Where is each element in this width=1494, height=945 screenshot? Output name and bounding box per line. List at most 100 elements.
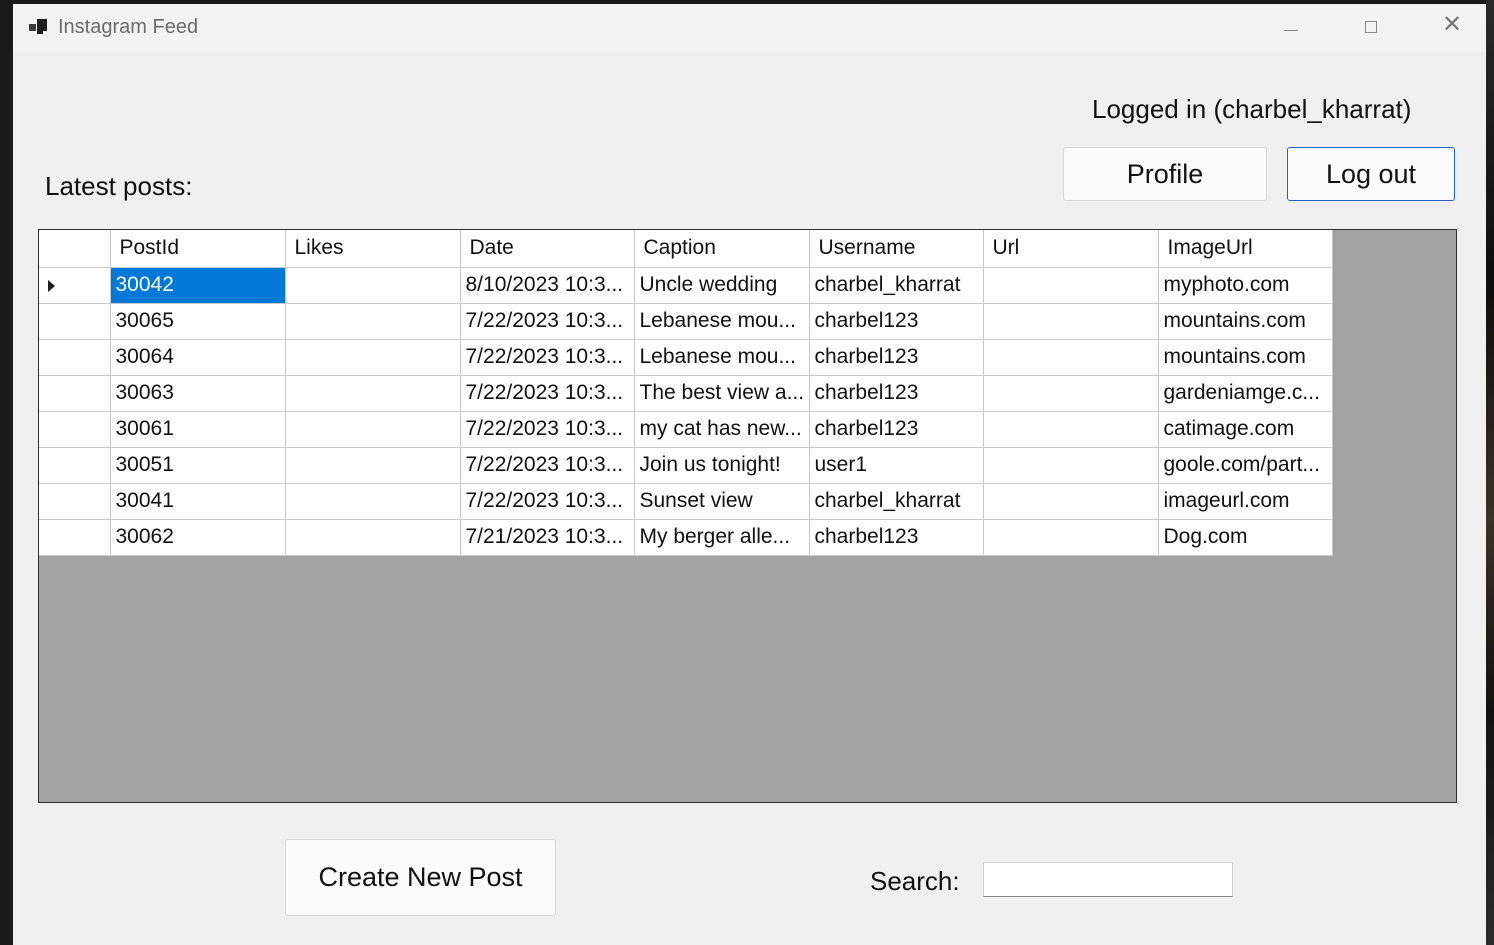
cell-imageurl[interactable]: imageurl.com bbox=[1158, 483, 1333, 520]
cell-imageurl[interactable]: myphoto.com bbox=[1158, 267, 1333, 304]
cell-imageurl[interactable]: catimage.com bbox=[1158, 411, 1333, 448]
cell-url[interactable] bbox=[983, 339, 1159, 376]
cell-username[interactable]: charbel_kharrat bbox=[809, 483, 984, 520]
maximize-icon bbox=[1365, 21, 1377, 33]
cell-likes[interactable] bbox=[285, 483, 461, 520]
row-header[interactable] bbox=[39, 519, 111, 556]
cell-date[interactable]: 7/22/2023 10:3... bbox=[460, 483, 635, 520]
column-header-imageurl[interactable]: ImageUrl bbox=[1158, 230, 1333, 268]
cell-likes[interactable] bbox=[285, 411, 461, 448]
close-icon: ✕ bbox=[1442, 10, 1463, 38]
title-bar[interactable]: Instagram Feed ✕ bbox=[13, 4, 1486, 52]
app-icon bbox=[29, 19, 47, 35]
cell-likes[interactable] bbox=[285, 375, 461, 412]
latest-posts-label: Latest posts: bbox=[45, 171, 193, 201]
cell-caption[interactable]: my cat has new... bbox=[634, 411, 810, 448]
posts-table: PostId Likes Date Caption Username Url I… bbox=[39, 230, 1333, 556]
cell-postid[interactable]: 30041 bbox=[110, 483, 286, 520]
table-row[interactable]: 30065 7/22/2023 10:3... Lebanese mou... cha… bbox=[39, 303, 1333, 340]
column-header-url[interactable]: Url bbox=[983, 230, 1159, 268]
table-row[interactable]: 30042 8/10/2023 10:3... Uncle wedding charb… bbox=[39, 267, 1333, 304]
cell-url[interactable] bbox=[983, 519, 1159, 556]
column-header-likes[interactable]: Likes bbox=[285, 230, 461, 268]
cell-caption[interactable]: Join us tonight! bbox=[634, 447, 810, 484]
logout-button[interactable]: Log out bbox=[1287, 147, 1455, 201]
create-new-post-button[interactable]: Create New Post bbox=[285, 839, 556, 916]
search-label: Search: bbox=[870, 866, 960, 896]
corner-header[interactable] bbox=[39, 230, 111, 268]
cell-likes[interactable] bbox=[285, 267, 461, 304]
table-row[interactable]: 30061 7/22/2023 10:3... my cat has new... c… bbox=[39, 411, 1333, 448]
row-header[interactable] bbox=[39, 447, 111, 484]
cell-date[interactable]: 7/22/2023 10:3... bbox=[460, 375, 635, 412]
cell-date[interactable]: 7/21/2023 10:3... bbox=[460, 519, 635, 556]
table-row[interactable]: 30051 7/22/2023 10:3... Join us tonight! us… bbox=[39, 447, 1333, 484]
table-row[interactable]: 30063 7/22/2023 10:3... The best view a...… bbox=[39, 375, 1333, 412]
cell-username[interactable]: charbel123 bbox=[809, 375, 984, 412]
cell-postid[interactable]: 30064 bbox=[110, 339, 286, 376]
row-header[interactable] bbox=[39, 339, 111, 376]
cell-url[interactable] bbox=[983, 267, 1159, 304]
cell-imageurl[interactable]: mountains.com bbox=[1158, 339, 1333, 376]
cell-username[interactable]: charbel123 bbox=[809, 411, 984, 448]
cell-likes[interactable] bbox=[285, 447, 461, 484]
cell-caption[interactable]: The best view a... bbox=[634, 375, 810, 412]
cell-caption[interactable]: Uncle wedding bbox=[634, 267, 810, 304]
cell-likes[interactable] bbox=[285, 303, 461, 340]
cell-date[interactable]: 7/22/2023 10:3... bbox=[460, 339, 635, 376]
cell-likes[interactable] bbox=[285, 519, 461, 556]
cell-likes[interactable] bbox=[285, 339, 461, 376]
cell-username[interactable]: charbel123 bbox=[809, 519, 984, 556]
current-row-arrow-icon bbox=[48, 279, 55, 292]
cell-url[interactable] bbox=[983, 303, 1159, 340]
cell-postid[interactable]: 30061 bbox=[110, 411, 286, 448]
cell-imageurl[interactable]: gardeniamge.c... bbox=[1158, 375, 1333, 412]
cell-postid[interactable]: 30051 bbox=[110, 447, 286, 484]
window-title: Instagram Feed bbox=[58, 16, 199, 38]
cell-username[interactable]: user1 bbox=[809, 447, 984, 484]
column-header-date[interactable]: Date bbox=[460, 230, 635, 268]
cell-url[interactable] bbox=[983, 375, 1159, 412]
row-header[interactable] bbox=[39, 375, 111, 412]
cell-url[interactable] bbox=[983, 411, 1159, 448]
posts-grid[interactable]: PostId Likes Date Caption Username Url I… bbox=[38, 229, 1457, 803]
minimize-button[interactable] bbox=[1258, 4, 1322, 52]
cell-postid[interactable]: 30062 bbox=[110, 519, 286, 556]
row-header[interactable] bbox=[39, 411, 111, 448]
row-header[interactable] bbox=[39, 483, 111, 520]
column-header-postid[interactable]: PostId bbox=[110, 230, 286, 268]
header-row: PostId Likes Date Caption Username Url I… bbox=[39, 230, 1333, 268]
cell-date[interactable]: 7/22/2023 10:3... bbox=[460, 411, 635, 448]
table-row[interactable]: 30041 7/22/2023 10:3... Sunset view charbel… bbox=[39, 483, 1333, 520]
close-button[interactable]: ✕ bbox=[1420, 4, 1484, 52]
cell-caption[interactable]: Lebanese mou... bbox=[634, 303, 810, 340]
row-header[interactable] bbox=[39, 267, 111, 304]
minimize-icon bbox=[1284, 30, 1298, 31]
table-row[interactable]: 30064 7/22/2023 10:3... Lebanese mou... cha… bbox=[39, 339, 1333, 376]
profile-button[interactable]: Profile bbox=[1063, 147, 1267, 201]
column-header-caption[interactable]: Caption bbox=[634, 230, 810, 268]
table-row[interactable]: 30062 7/21/2023 10:3... My berger alle... c… bbox=[39, 519, 1333, 556]
cell-date[interactable]: 8/10/2023 10:3... bbox=[460, 267, 635, 304]
cell-imageurl[interactable]: goole.com/part... bbox=[1158, 447, 1333, 484]
cell-postid[interactable]: 30063 bbox=[110, 375, 286, 412]
cell-imageurl[interactable]: Dog.com bbox=[1158, 519, 1333, 556]
cell-imageurl[interactable]: mountains.com bbox=[1158, 303, 1333, 340]
cell-date[interactable]: 7/22/2023 10:3... bbox=[460, 303, 635, 340]
cell-caption[interactable]: Lebanese mou... bbox=[634, 339, 810, 376]
cell-postid[interactable]: 30065 bbox=[110, 303, 286, 340]
cell-url[interactable] bbox=[983, 483, 1159, 520]
cell-url[interactable] bbox=[983, 447, 1159, 484]
column-header-username[interactable]: Username bbox=[809, 230, 984, 268]
row-header[interactable] bbox=[39, 303, 111, 340]
cell-postid[interactable]: 30042 bbox=[110, 267, 286, 304]
maximize-button[interactable] bbox=[1339, 4, 1403, 52]
logged-in-status: Logged in (charbel_kharrat) bbox=[1092, 94, 1412, 124]
cell-date[interactable]: 7/22/2023 10:3... bbox=[460, 447, 635, 484]
cell-username[interactable]: charbel_kharrat bbox=[809, 267, 984, 304]
cell-username[interactable]: charbel123 bbox=[809, 303, 984, 340]
cell-username[interactable]: charbel123 bbox=[809, 339, 984, 376]
search-input[interactable] bbox=[983, 862, 1233, 897]
cell-caption[interactable]: My berger alle... bbox=[634, 519, 810, 556]
cell-caption[interactable]: Sunset view bbox=[634, 483, 810, 520]
